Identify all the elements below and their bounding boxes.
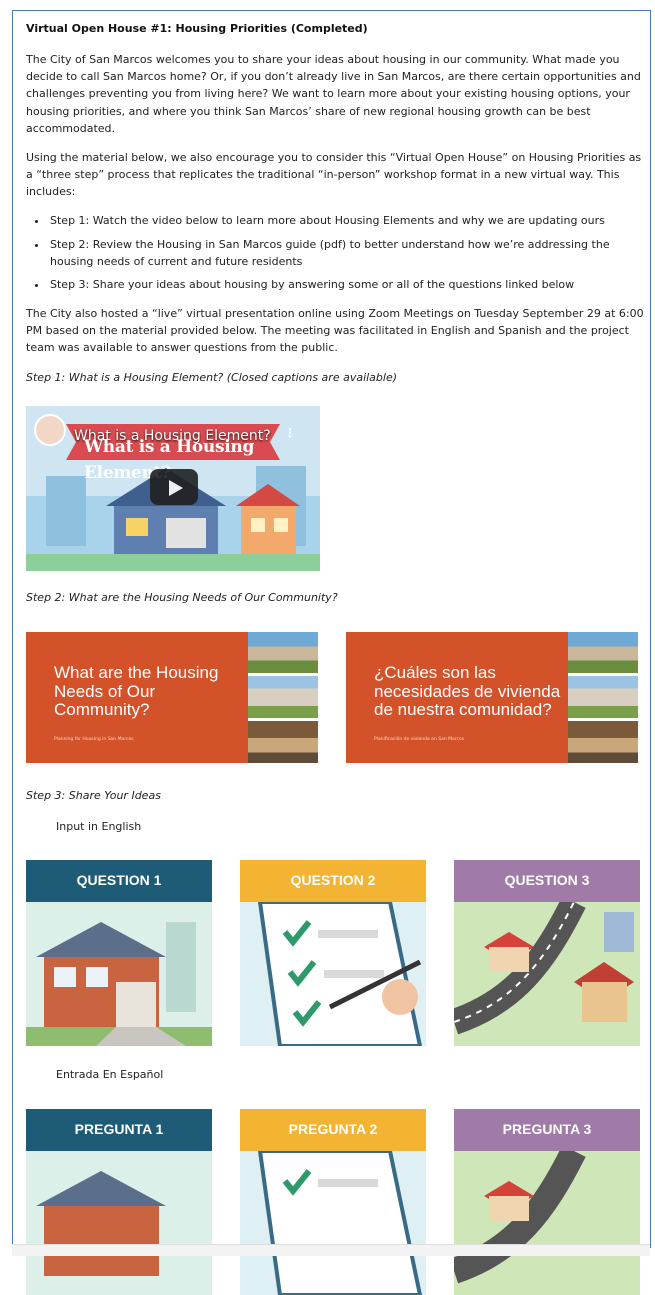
list-item: Step 2: Review the Housing in San Marcos… (48, 236, 644, 270)
neighborhood-illustration (454, 902, 640, 1047)
bottom-scroll-area (12, 1244, 650, 1256)
steps-list: Step 1: Watch the video below to learn m… (26, 212, 644, 293)
guide-spanish[interactable]: ¿Cuáles son las necesidades de vivienda … (346, 631, 638, 763)
guide-photos (248, 631, 318, 763)
house-illustration (26, 902, 212, 1047)
card-label: QUESTION 3 (454, 860, 640, 903)
main-content: Virtual Open House #1: Housing Prioritie… (26, 16, 644, 1295)
guide-subtitle: Planificación de vivienda en San Marcos (374, 736, 465, 742)
process-paragraph: Using the material below, we also encour… (26, 150, 642, 199)
live-paragraph: The City also hosted a “live” virtual pr… (26, 307, 644, 355)
checklist-illustration (240, 902, 426, 1047)
english-question-cards: QUESTION 1 QUESTION 2 QUESTION 3 (26, 860, 644, 1047)
guide-title: What are the Housing Needs of Our Commun… (54, 662, 219, 720)
step2-label: Step 2: What are the Housing Needs of Ou… (26, 590, 338, 604)
list-item: Step 3: Share your ideas about housing b… (48, 276, 644, 293)
question-3-card[interactable]: QUESTION 3 (454, 860, 640, 1047)
house-illustration (26, 1151, 212, 1295)
list-item: Step 1: Watch the video below to learn m… (48, 212, 644, 229)
card-label: QUESTION 1 (26, 860, 212, 903)
checklist-illustration (240, 1151, 426, 1295)
guide-photos (568, 631, 638, 763)
card-label: QUESTION 2 (240, 860, 426, 903)
pregunta-3-card[interactable]: PREGUNTA 3 (454, 1109, 640, 1295)
question-1-card[interactable]: QUESTION 1 (26, 860, 212, 1047)
step1-label: Step 1: What is a Housing Element? (Clos… (26, 370, 398, 384)
more-options-icon[interactable]: ⋮ (284, 424, 296, 443)
play-button[interactable] (150, 468, 198, 505)
frame-right-border (650, 10, 651, 1248)
question-2-card[interactable]: QUESTION 2 (240, 860, 426, 1047)
pregunta-1-card[interactable]: PREGUNTA 1 (26, 1109, 212, 1295)
guide-title: ¿Cuáles son las necesidades de vivienda … (374, 662, 561, 720)
step3-label: Step 3: Share Your Ideas (26, 788, 161, 802)
channel-avatar[interactable] (34, 413, 66, 446)
english-input-label: Input in English (56, 819, 142, 833)
card-label: PREGUNTA 3 (454, 1109, 640, 1152)
card-label: PREGUNTA 1 (26, 1109, 212, 1152)
spanish-input-label: Entrada En Español (56, 1068, 164, 1082)
guide-english[interactable]: What are the Housing Needs of Our Commun… (26, 631, 318, 763)
intro-paragraph: The City of San Marcos welcomes you to s… (26, 53, 641, 135)
pregunta-2-card[interactable]: PREGUNTA 2 (240, 1109, 426, 1295)
page-title: Virtual Open House #1: Housing Prioritie… (26, 22, 368, 35)
video-player[interactable]: What is a Housing Element? What is a Hou… (26, 405, 320, 571)
card-label: PREGUNTA 2 (240, 1109, 426, 1152)
guide-subtitle: Planning for Housing in San Marcos (54, 736, 134, 742)
spanish-question-cards: PREGUNTA 1 PREGUNTA 2 PREGUNTA 3 (26, 1109, 644, 1295)
neighborhood-illustration (454, 1151, 640, 1295)
guides-row: What are the Housing Needs of Our Commun… (26, 631, 644, 763)
